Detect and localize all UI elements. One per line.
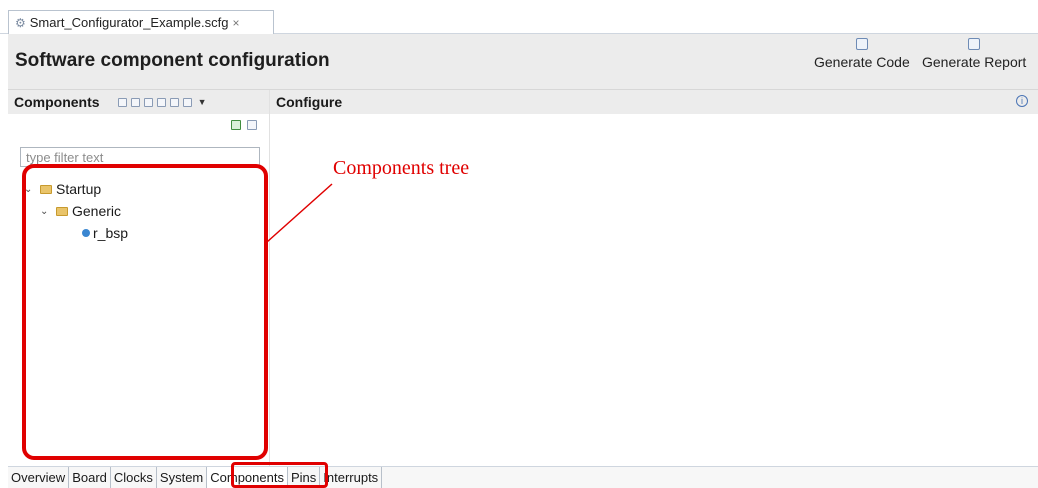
tab-overview[interactable]: Overview bbox=[8, 467, 70, 488]
expand-all-icon[interactable] bbox=[169, 97, 179, 107]
generate-code-label: Generate Code bbox=[814, 54, 910, 70]
configure-panel: Configure i bbox=[270, 90, 1038, 466]
generate-code-button[interactable]: Generate Code bbox=[814, 38, 910, 70]
link-icon[interactable] bbox=[182, 97, 192, 107]
generate-report-label: Generate Report bbox=[922, 54, 1027, 70]
page-header: Software component configuration Generat… bbox=[8, 34, 1038, 90]
components-panel-header: Components ▼ bbox=[8, 90, 269, 114]
editor-tab-scfg[interactable]: ⚙ Smart_Configurator_Example.scfg × bbox=[8, 10, 274, 34]
configure-panel-title: Configure bbox=[276, 94, 343, 110]
add-component-icon[interactable] bbox=[117, 97, 127, 107]
configure-panel-header: Configure i bbox=[270, 90, 1038, 114]
annotation-callout-line bbox=[266, 183, 333, 243]
view-mode-icon[interactable] bbox=[143, 97, 153, 107]
editor-tab-strip: ⚙ Smart_Configurator_Example.scfg × bbox=[0, 10, 1038, 34]
tab-clocks[interactable]: Clocks bbox=[110, 467, 157, 488]
generate-report-button[interactable]: Generate Report bbox=[922, 38, 1026, 70]
tree-toolbar bbox=[231, 120, 257, 130]
annotation-label: Components tree bbox=[333, 157, 470, 179]
add-icon[interactable] bbox=[231, 120, 241, 130]
filter-options-icon[interactable] bbox=[247, 120, 257, 130]
components-panel-title: Components bbox=[14, 94, 100, 110]
generate-code-icon bbox=[855, 38, 868, 50]
tab-interrupts[interactable]: Interrupts bbox=[320, 467, 383, 488]
gear-icon: ⚙ bbox=[15, 15, 26, 30]
info-icon[interactable]: i bbox=[1016, 95, 1028, 107]
bottom-tab-bar: Overview Board Clocks System Components … bbox=[8, 466, 1038, 488]
annotation-tab-box bbox=[231, 462, 328, 488]
close-icon[interactable]: × bbox=[232, 16, 239, 30]
page-title: Software component configuration bbox=[15, 50, 330, 71]
components-toolbar: ▼ bbox=[117, 97, 207, 107]
generate-report-icon bbox=[968, 38, 981, 50]
editor-tab-label: Smart_Configurator_Example.scfg bbox=[29, 15, 229, 30]
annotation-tree-box bbox=[22, 164, 268, 460]
chevron-down-icon[interactable]: ▼ bbox=[198, 97, 207, 107]
tab-board[interactable]: Board bbox=[69, 467, 111, 488]
remove-component-icon[interactable] bbox=[130, 97, 140, 107]
tab-system[interactable]: System bbox=[156, 467, 208, 488]
collapse-all-icon[interactable] bbox=[156, 97, 166, 107]
